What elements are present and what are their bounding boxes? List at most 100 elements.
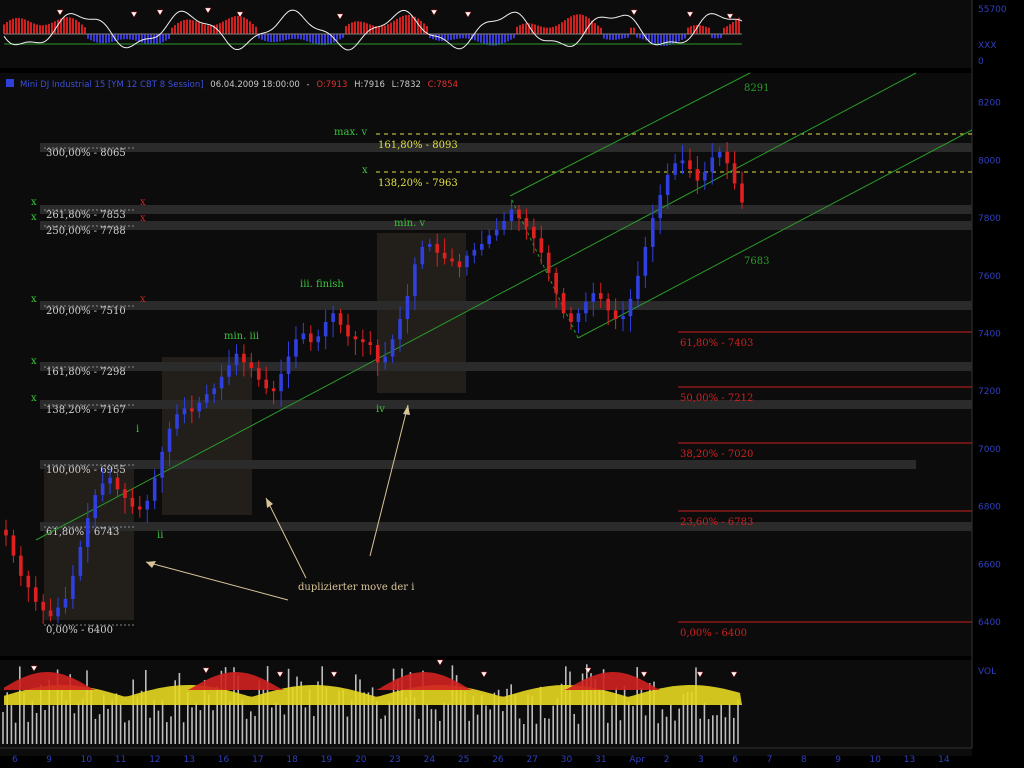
candle-body bbox=[517, 209, 521, 219]
annotation-text: duplizierter move der i bbox=[298, 582, 414, 593]
price-tick-label: 7800 bbox=[978, 214, 1001, 224]
time-tick-label: 13 bbox=[184, 755, 195, 765]
candle-body bbox=[286, 356, 291, 374]
x-marker: x bbox=[31, 294, 37, 305]
time-tick-label: Apr bbox=[629, 755, 645, 765]
fib-left-label: 161,80% - 7298 bbox=[46, 367, 126, 378]
fib-left-label: 138,20% - 7167 bbox=[46, 405, 126, 416]
osc-axis-label: 55700 bbox=[978, 5, 1007, 15]
candle-body bbox=[621, 316, 625, 320]
candle-body bbox=[175, 414, 179, 429]
candle-body bbox=[561, 293, 566, 314]
candle-body bbox=[145, 500, 150, 510]
osc-axis-label: 0 bbox=[978, 57, 984, 67]
x-marker: x bbox=[31, 212, 37, 223]
time-tick-label: 9 bbox=[835, 755, 841, 765]
price-tick-label: 7200 bbox=[978, 387, 1001, 397]
candle-body bbox=[457, 261, 462, 268]
candle-body bbox=[532, 226, 536, 239]
candle-body bbox=[539, 238, 544, 253]
candle-body bbox=[546, 252, 551, 273]
time-tick-label: 26 bbox=[492, 755, 504, 765]
candle-body bbox=[323, 321, 328, 337]
candle-body bbox=[138, 506, 142, 510]
header-line: Mini DJ Industrial 15 [YM 12 CBT 8 Sessi… bbox=[20, 80, 458, 90]
candle-body bbox=[390, 339, 395, 357]
candle-body bbox=[695, 169, 700, 181]
fib-band bbox=[40, 301, 972, 310]
candle-body bbox=[78, 546, 83, 576]
time-tick-label: 14 bbox=[938, 755, 950, 765]
candle-body bbox=[494, 229, 499, 236]
candle-body bbox=[85, 518, 90, 547]
price-tick-label: 7600 bbox=[978, 272, 1001, 282]
x-marker: x bbox=[140, 197, 146, 208]
candle-body bbox=[628, 298, 633, 317]
candle-body bbox=[472, 249, 477, 256]
fib-top-label: 138,20% - 7963 bbox=[378, 178, 458, 189]
price-tick-label: 6600 bbox=[978, 560, 1001, 570]
candle-body bbox=[33, 587, 38, 602]
candle-body bbox=[368, 342, 373, 346]
time-tick-label: 24 bbox=[424, 755, 436, 765]
candle-body bbox=[643, 246, 648, 276]
candle-body bbox=[19, 555, 23, 576]
candle-body bbox=[524, 218, 529, 227]
x-marker: x bbox=[362, 165, 368, 176]
candle-body bbox=[509, 209, 514, 221]
candle-body bbox=[502, 220, 506, 230]
candle-body bbox=[160, 451, 164, 478]
candle-body bbox=[227, 365, 231, 377]
time-tick-label: 8 bbox=[801, 755, 807, 765]
fib-band bbox=[40, 362, 972, 371]
chart-canvas: Mini DJ Industrial 15 [YM 12 CBT 8 Sessi… bbox=[0, 0, 1007, 765]
time-axis-layer: 6 9 10 11 12 13 16 17 18 19 20 23 24 25 26 27 30 31 Apr 2 3 6… bbox=[12, 755, 950, 765]
wave-label: min. iii bbox=[224, 331, 259, 342]
header-open: O:7913 bbox=[316, 80, 347, 90]
fib-left-label: 261,80% - 7853 bbox=[46, 210, 126, 221]
candle-body bbox=[93, 495, 98, 519]
candle-body bbox=[48, 610, 53, 617]
x-marker: x bbox=[31, 393, 37, 404]
price-tick-label: 8000 bbox=[978, 156, 1001, 166]
candle-body bbox=[710, 157, 715, 172]
candle-body bbox=[361, 339, 365, 343]
candle-body bbox=[249, 362, 254, 369]
fib-band bbox=[40, 221, 972, 230]
candle-body bbox=[56, 607, 60, 617]
fib-band bbox=[40, 143, 972, 152]
candle-body bbox=[338, 313, 343, 325]
time-tick-label: 2 bbox=[664, 755, 670, 765]
fib-left-label: 100,00% - 6955 bbox=[46, 465, 126, 476]
fib-band bbox=[40, 522, 972, 531]
price-tick-label: 8200 bbox=[978, 99, 1001, 109]
time-tick-label: 6 bbox=[12, 755, 18, 765]
candle-body bbox=[450, 258, 454, 262]
candle-body bbox=[375, 345, 380, 363]
candle-body bbox=[301, 333, 306, 340]
price-tick-label: 6400 bbox=[978, 618, 1001, 628]
time-tick-label: 16 bbox=[218, 755, 230, 765]
time-tick-label: 20 bbox=[355, 755, 367, 765]
price-tick-label: 6800 bbox=[978, 503, 1001, 513]
time-tick-label: 3 bbox=[698, 755, 704, 765]
price-tick-label: 7000 bbox=[978, 445, 1001, 455]
candle-body bbox=[717, 151, 722, 158]
time-tick-label: 30 bbox=[561, 755, 573, 765]
time-tick-label: 25 bbox=[458, 755, 469, 765]
candle-body bbox=[309, 333, 313, 343]
candle-body bbox=[108, 477, 112, 484]
candle-body bbox=[420, 246, 425, 265]
candle-body bbox=[197, 402, 202, 412]
header-low: L:7832 bbox=[392, 80, 421, 90]
candle-body bbox=[204, 394, 209, 403]
candle-body bbox=[11, 535, 16, 556]
candle-body bbox=[130, 497, 135, 507]
candle-body bbox=[234, 353, 239, 366]
candle-body bbox=[427, 244, 432, 247]
candle-body bbox=[242, 353, 246, 363]
time-tick-label: 19 bbox=[321, 755, 333, 765]
fib-right-label: 23,60% - 6783 bbox=[680, 517, 753, 528]
wave-label: iii. finish bbox=[300, 279, 344, 290]
candle-body bbox=[294, 339, 298, 357]
